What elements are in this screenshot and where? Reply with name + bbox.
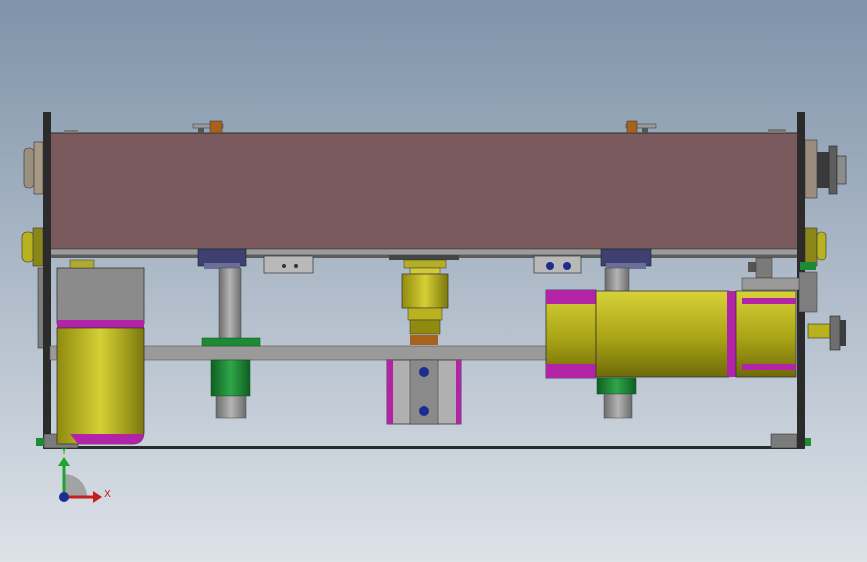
- left-pulley-lower: [21, 227, 44, 267]
- bottom-foot-right-green: [805, 438, 811, 446]
- center-right-bracket: [533, 255, 582, 274]
- top-plate[interactable]: [49, 132, 799, 250]
- triad-origin: [59, 492, 69, 502]
- bottom-foot-right: [770, 433, 798, 449]
- top-plate-right-stub: [768, 129, 786, 133]
- left-frame-post: [43, 112, 51, 448]
- left-pulley-upper: [23, 141, 44, 195]
- bottom-rail: [43, 446, 805, 449]
- top-plate-left-stub: [64, 130, 78, 133]
- right-cylinder-motor[interactable]: [545, 289, 797, 379]
- triad-x-label: X: [104, 489, 111, 500]
- center-left-bracket: [263, 255, 314, 274]
- cad-viewport[interactable]: Y X: [0, 0, 867, 562]
- top-plate-lower-rail: [49, 248, 799, 256]
- slide-block[interactable]: [386, 359, 462, 425]
- triad-y-label: Y: [60, 446, 68, 457]
- left-motor[interactable]: [56, 259, 145, 445]
- bottom-foot-left-green: [36, 438, 44, 446]
